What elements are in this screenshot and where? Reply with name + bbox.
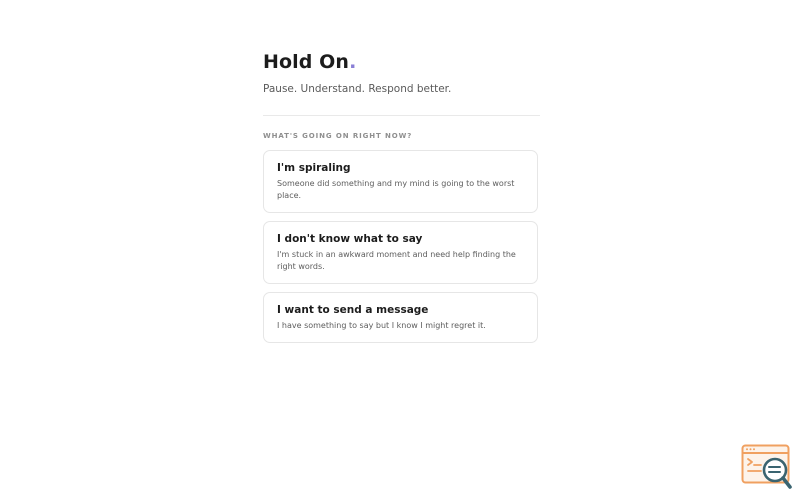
page-subtitle: Pause. Understand. Respond better. (263, 83, 452, 95)
option-dont-know-what-to-say[interactable]: I don't know what to say I'm stuck in an… (263, 221, 538, 284)
code-search-widget-button[interactable] (741, 444, 793, 490)
option-title: I want to send a message (277, 304, 429, 316)
page-title: Hold On. (263, 52, 540, 72)
option-description: Someone did something and my mind is goi… (277, 179, 515, 200)
option-title: I'm spiraling (277, 162, 351, 174)
option-send-message[interactable]: I want to send a message I have somethin… (263, 292, 538, 343)
title-text: Hold On (263, 51, 350, 73)
main-content: Hold On. Pause. Understand. Respond bett… (263, 52, 540, 351)
divider (263, 115, 540, 116)
option-title: I don't know what to say (277, 233, 423, 245)
section-label: WHAT'S GOING ON RIGHT NOW? (263, 132, 413, 140)
page: Hold On. Pause. Understand. Respond bett… (0, 0, 800, 500)
code-search-icon (741, 444, 792, 489)
option-spiraling[interactable]: I'm spiraling Someone did something and … (263, 150, 538, 213)
option-description: I'm stuck in an awkward moment and need … (277, 250, 516, 271)
title-dot: . (349, 51, 357, 73)
options-list: I'm spiraling Someone did something and … (263, 150, 540, 343)
option-description: I have something to say but I know I mig… (277, 321, 486, 330)
